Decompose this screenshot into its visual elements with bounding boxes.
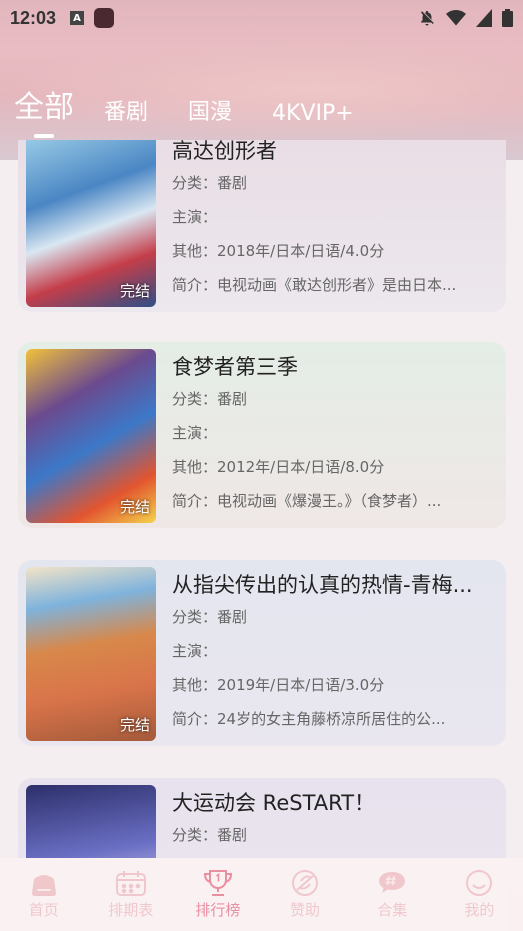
tab-all[interactable]: 全部 [14, 82, 74, 138]
status-time: 12:03 [10, 7, 57, 28]
nav-profile-label: 我的 [464, 901, 495, 919]
a-notification-icon: A [70, 11, 85, 25]
nav-schedule-label: 排期表 [108, 901, 154, 919]
category-tabs: 全部 番剧 国漫 4KVIP+ [14, 88, 394, 138]
status-badge: 完结 [119, 498, 150, 516]
battery-icon [502, 9, 513, 27]
nav-schedule[interactable]: 排期表 [88, 869, 174, 920]
tab-anime[interactable]: 番剧 [104, 94, 148, 132]
status-badge: 完结 [119, 282, 150, 300]
tab-anime-label: 番剧 [104, 100, 149, 125]
tab-4kvip[interactable]: 4KVIP+ [272, 101, 354, 132]
tab-4kvip-label: 4KVIP+ [272, 101, 354, 126]
list-item[interactable]: 完结 从指尖传出的认真的热情-青梅... 分类：番剧 主演： 其他：2019年/… [18, 560, 506, 746]
item-other: 其他：2018年/日本/日语/4.0分 [172, 242, 385, 260]
poster-image [26, 785, 156, 858]
item-category: 分类：番剧 [172, 826, 248, 844]
collection-icon [379, 872, 406, 893]
item-intro: 简介：24岁的女主角藤桥凉所居住的公... [172, 710, 446, 728]
item-category: 分类：番剧 [172, 390, 248, 408]
status-badge: 完结 [119, 716, 150, 734]
item-info: 食梦者第三季 分类：番剧 主演： 其他：2012年/日本/日语/8.0分 简介：… [172, 355, 498, 514]
nav-ranking-label: 排行榜 [195, 901, 241, 919]
item-title: 从指尖传出的认真的热情-青梅... [172, 573, 473, 597]
notifications-off-icon [421, 10, 434, 26]
nav-collection[interactable]: 合集 [349, 869, 435, 920]
video-list[interactable]: 完结 高达创形者 分类：番剧 主演： 其他：2018年/日本/日语/4.0分 简… [0, 140, 523, 858]
item-cast: 主演： [172, 208, 218, 226]
signal-icon [476, 9, 492, 27]
app-notification-icon [94, 8, 115, 28]
item-other: 其他：2019年/日本/日语/3.0分 [172, 676, 385, 694]
profile-icon [466, 870, 493, 896]
trophy-icon [203, 870, 232, 896]
list-item[interactable]: 完结 高达创形者 分类：番剧 主演： 其他：2018年/日本/日语/4.0分 简… [18, 140, 506, 312]
item-info: 高达创形者 分类：番剧 主演： 其他：2018年/日本/日语/4.0分 简介：电… [172, 140, 498, 298]
item-intro: 简介：电视动画《敢达创形者》是由日本... [172, 276, 457, 294]
item-title: 大运动会 ReSTART！ [172, 791, 376, 815]
item-info: 大运动会 ReSTART！ 分类：番剧 [172, 791, 498, 858]
poster-image: 完结 [26, 567, 156, 741]
nav-collection-label: 合集 [377, 901, 408, 919]
nav-home[interactable]: 首页 [1, 869, 87, 920]
poster-image: 完结 [26, 140, 156, 307]
nav-home-label: 首页 [28, 901, 59, 919]
item-intro: 简介：电视动画《爆漫王。》（食梦者）... [172, 492, 442, 510]
tab-active-indicator [34, 134, 54, 138]
item-cast: 主演： [172, 642, 218, 660]
status-bar: 12:03 A [0, 0, 523, 36]
item-category: 分类：番剧 [172, 608, 248, 626]
item-info: 从指尖传出的认真的热情-青梅... 分类：番剧 主演： 其他：2019年/日本/… [172, 573, 498, 732]
calendar-icon [115, 871, 146, 896]
tab-domestic[interactable]: 国漫 [188, 94, 232, 132]
poster-image: 完结 [26, 349, 156, 523]
sponsor-icon [292, 870, 319, 896]
home-icon [31, 875, 56, 896]
item-title: 食梦者第三季 [172, 355, 298, 379]
nav-ranking[interactable]: 排行榜 [175, 869, 261, 920]
nav-sponsor-label: 赞助 [290, 901, 321, 919]
tab-all-label: 全部 [14, 90, 74, 125]
list-item[interactable]: 大运动会 ReSTART！ 分类：番剧 [18, 778, 506, 858]
item-cast: 主演： [172, 424, 218, 442]
item-other: 其他：2012年/日本/日语/8.0分 [172, 458, 385, 476]
tab-domestic-label: 国漫 [188, 100, 233, 125]
item-category: 分类：番剧 [172, 174, 248, 192]
bottom-nav: 首页 排期表 排行榜 赞助 合集 我的 [0, 858, 523, 931]
wifi-icon [446, 10, 466, 26]
nav-sponsor[interactable]: 赞助 [262, 869, 348, 920]
list-item[interactable]: 完结 食梦者第三季 分类：番剧 主演： 其他：2012年/日本/日语/8.0分 … [18, 342, 506, 528]
nav-profile[interactable]: 我的 [436, 869, 522, 920]
item-title: 高达创形者 [172, 140, 277, 163]
